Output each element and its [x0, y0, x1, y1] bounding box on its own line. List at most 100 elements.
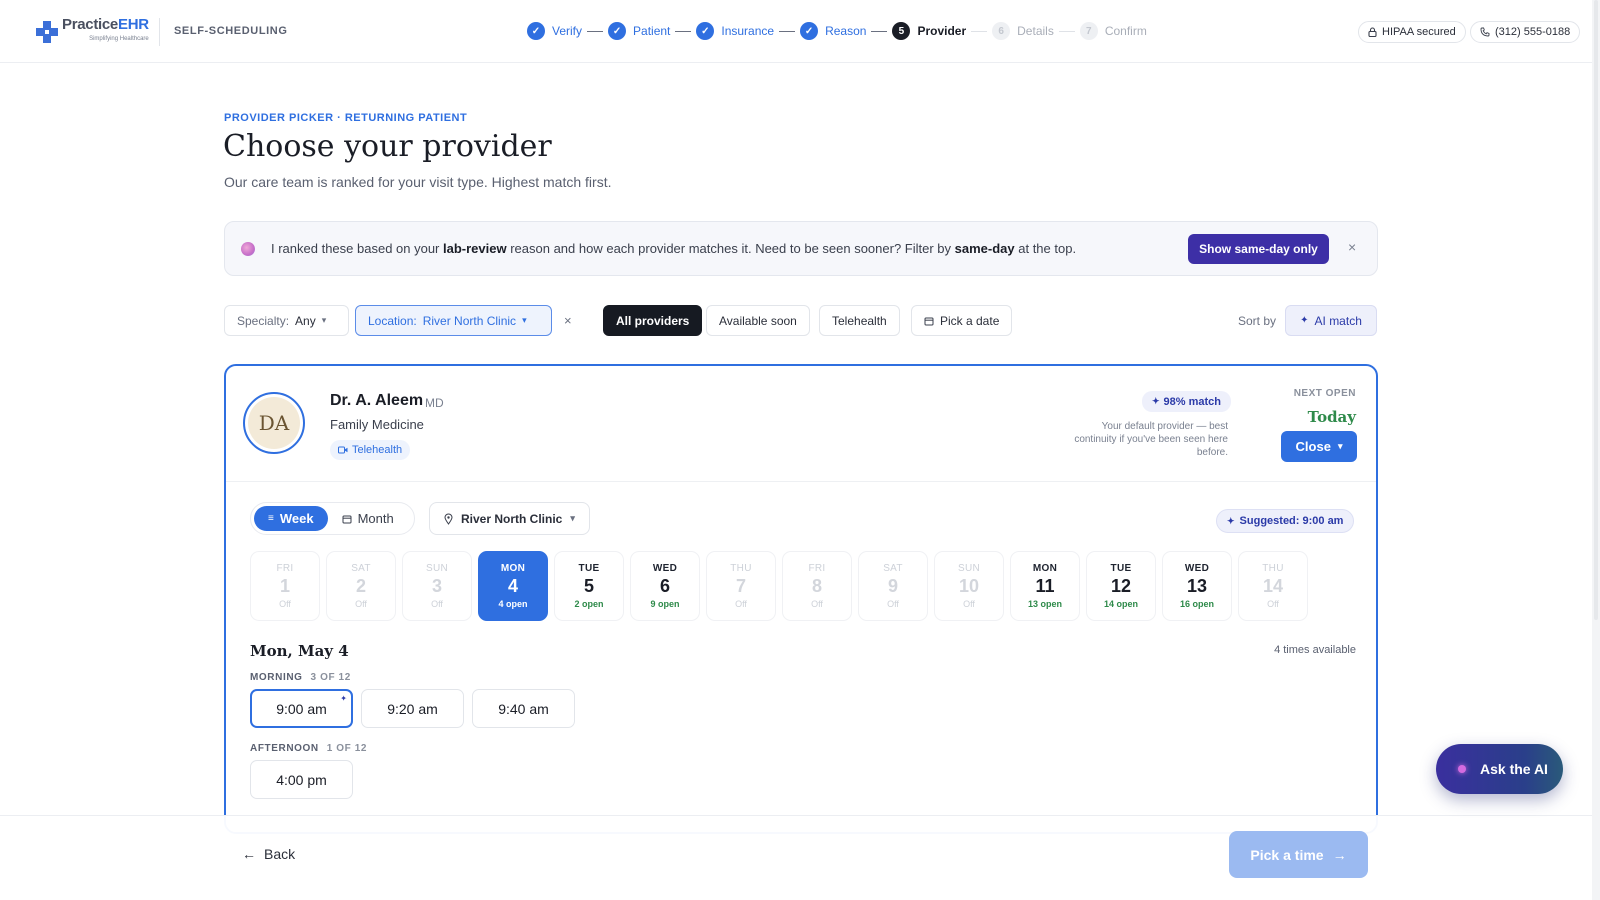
sort-label: Sort by [1238, 314, 1277, 328]
step-verify[interactable]: ✓ Verify [527, 22, 582, 40]
progress-stepper: ✓ Verify ✓ Patient ✓ Insurance ✓ Reason 5 Pro… [527, 22, 1147, 40]
date-chip-wed-6[interactable]: WED 6 9 open [630, 551, 700, 621]
date-chip-tue-12[interactable]: TUE 12 14 open [1086, 551, 1156, 621]
date-number: 14 [1262, 576, 1284, 596]
step-connector [1058, 30, 1075, 32]
back-button[interactable]: ← Back [242, 846, 295, 862]
provider-card: DA Dr. A. Aleem MD Family Medicine Teleh… [224, 364, 1378, 834]
date-number: 1 [279, 576, 290, 596]
date-weekday: THU [1262, 563, 1284, 574]
date-weekday: MON [1032, 563, 1058, 574]
close-icon[interactable]: × [1348, 239, 1356, 255]
phone-icon [1480, 27, 1490, 37]
lock-icon [1368, 27, 1377, 37]
date-weekday: MON [500, 563, 526, 574]
date-weekday: SUN [425, 563, 448, 574]
times-available-count: 4 times available [1274, 644, 1356, 656]
clear-location-icon[interactable]: × [564, 313, 572, 328]
availability-panel: ≡ Week Month River North Clinic ▾ ✦ Sugg… [226, 483, 1376, 832]
date-chip-thu-14: THU 14 Off [1238, 551, 1308, 621]
banner-message: I ranked these based on your lab-review … [271, 241, 1077, 256]
date-status: 2 open [574, 599, 604, 609]
suggested-time-badge[interactable]: ✦ Suggested: 9:00 am [1216, 509, 1355, 533]
date-number: 3 [431, 576, 442, 596]
chevron-down-icon: ▾ [1337, 441, 1343, 451]
provider-name[interactable]: Dr. A. Aleem [330, 392, 423, 410]
sparkle-icon: ✦ [1227, 515, 1235, 526]
time-slot-suggested[interactable]: 9:00 am ✦ [250, 689, 353, 728]
telehealth-badge: Telehealth [330, 440, 411, 460]
date-chip-thu-7: THU 7 Off [706, 551, 776, 621]
next-open-value: Today [1307, 408, 1356, 426]
date-number: 2 [355, 576, 366, 596]
check-icon: ✓ [527, 22, 545, 40]
sparkle-icon: ✦ [1152, 396, 1160, 406]
date-number: 12 [1110, 576, 1132, 596]
check-icon: ✓ [800, 22, 819, 40]
filter-pick-a-date[interactable]: Pick a date [911, 305, 1013, 336]
ai-orb-icon [241, 242, 255, 256]
date-status: Off [811, 599, 823, 609]
phone-link[interactable]: (312) 555-0188 [1470, 21, 1581, 43]
date-weekday: TUE [578, 563, 600, 574]
chevron-down-icon: ▾ [570, 513, 575, 523]
date-status: Off [735, 599, 747, 609]
specialty-filter[interactable]: Specialty: Any ▾ [224, 305, 349, 336]
avatar: DA [243, 392, 305, 454]
location-filter[interactable]: Location: River North Clinic ▾ [355, 305, 552, 336]
step-confirm: 7 Confirm [1079, 22, 1147, 40]
date-weekday: THU [730, 563, 752, 574]
date-status: Off [355, 599, 367, 609]
show-same-day-button[interactable]: Show same-day only [1188, 234, 1329, 264]
time-slot[interactable]: 9:40 am [472, 689, 575, 728]
afternoon-section-label: AFTERNOON 1 OF 12 [250, 743, 368, 754]
view-week-button[interactable]: ≡ Week [254, 506, 328, 531]
date-chip-mon-11[interactable]: MON 11 13 open [1010, 551, 1080, 621]
step-insurance[interactable]: ✓ Insurance [696, 22, 774, 40]
check-icon: ✓ [696, 22, 715, 40]
date-chip-sat-2: SAT 2 Off [326, 551, 396, 621]
step-details: 6 Details [992, 22, 1054, 40]
scrollbar-thumb[interactable] [1594, 0, 1598, 620]
video-icon [338, 446, 348, 454]
date-number: 13 [1186, 576, 1208, 596]
close-button[interactable]: Close ▾ [1281, 431, 1357, 462]
time-slot[interactable]: 4:00 pm [250, 760, 353, 799]
date-chip-tue-5[interactable]: TUE 5 2 open [554, 551, 624, 621]
date-status: 9 open [650, 599, 680, 609]
filter-all-providers[interactable]: All providers [603, 305, 703, 336]
time-slot[interactable]: 9:20 am [361, 689, 464, 728]
date-chip-mon-4[interactable]: MON 4 4 open [478, 551, 548, 621]
sparkle-icon: ✦ [340, 694, 347, 703]
date-status: Off [279, 599, 291, 609]
page-eyebrow: PROVIDER PICKER · RETURNING PATIENT [224, 112, 468, 124]
ask-the-ai-button[interactable]: Ask the AI [1436, 744, 1563, 794]
date-weekday: WED [1184, 563, 1210, 574]
practice-ehr-logo[interactable]: PracticeEHR Simplifying Healthcare [36, 17, 149, 46]
check-icon: ✓ [608, 22, 627, 40]
next-open-label: NEXT OPEN [1293, 388, 1356, 399]
provider-credential: MD [425, 396, 444, 410]
step-connector [971, 30, 988, 32]
filter-telehealth[interactable]: Telehealth [819, 305, 900, 336]
step-reason[interactable]: ✓ Reason [800, 22, 866, 40]
date-status: 14 open [1103, 599, 1138, 609]
date-number: 8 [811, 576, 822, 596]
view-month-button[interactable]: Month [328, 506, 408, 531]
hipaa-badge: HIPAA secured [1358, 21, 1466, 43]
step-connector [675, 30, 692, 32]
chevron-down-icon: ▾ [522, 315, 527, 325]
ai-orb-icon [1458, 765, 1466, 773]
date-weekday: SUN [957, 563, 980, 574]
filter-available-soon[interactable]: Available soon [706, 305, 810, 336]
step-patient[interactable]: ✓ Patient [608, 22, 670, 40]
selected-date-heading: Mon, May 4 [250, 642, 349, 660]
sort-ai-match-button[interactable]: ✦ AI match [1285, 305, 1377, 336]
provider-card-header: DA Dr. A. Aleem MD Family Medicine Teleh… [226, 366, 1376, 482]
pick-a-time-button[interactable]: Pick a time → [1229, 831, 1368, 878]
clinic-select[interactable]: River North Clinic ▾ [429, 502, 590, 535]
date-chip-wed-13[interactable]: WED 13 16 open [1162, 551, 1232, 621]
date-number: 6 [659, 576, 670, 596]
arrow-left-icon: ← [242, 846, 256, 862]
date-status: Off [963, 599, 975, 609]
